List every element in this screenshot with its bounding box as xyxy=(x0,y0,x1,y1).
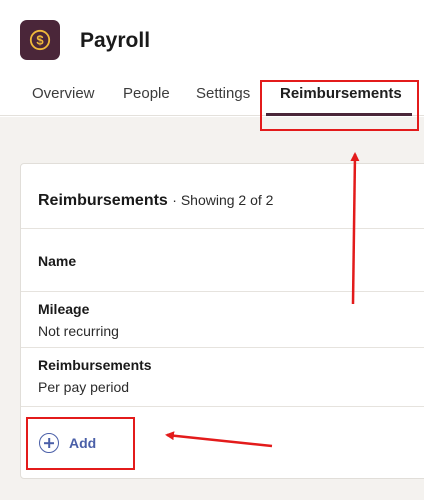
tab-settings[interactable]: Settings xyxy=(196,84,250,116)
app-header: $ Payroll Overview People Settings Reimb… xyxy=(0,0,424,116)
page-title: Payroll xyxy=(80,29,151,52)
row-name: Reimbursements xyxy=(38,357,152,373)
tab-people[interactable]: People xyxy=(123,84,170,116)
active-tab-indicator xyxy=(266,113,412,116)
showing-count: · Showing 2 of 2 xyxy=(172,192,274,208)
plus-circle-icon xyxy=(39,433,59,453)
add-button-label: Add xyxy=(69,435,97,451)
card-title: Reimbursements · Showing 2 of 2 xyxy=(38,192,273,210)
dollar-coin-icon: $ xyxy=(20,20,60,60)
row-description: Per pay period xyxy=(38,379,130,395)
table-row[interactable]: Mileage Not recurring xyxy=(21,292,424,347)
tab-bar: Overview People Settings Reimbursements xyxy=(0,84,424,116)
tab-reimbursements[interactable]: Reimbursements xyxy=(280,84,402,116)
row-description: Not recurring xyxy=(38,323,119,339)
table-row[interactable]: Reimbursements Per pay period xyxy=(21,348,424,406)
svg-text:$: $ xyxy=(36,33,44,48)
column-header-name[interactable]: Name xyxy=(38,253,76,269)
card-title-text: Reimbursements xyxy=(38,192,168,209)
divider xyxy=(21,228,424,229)
reimbursements-card: Reimbursements · Showing 2 of 2 Name Mil… xyxy=(20,163,424,479)
tab-overview[interactable]: Overview xyxy=(32,84,95,116)
add-button[interactable]: Add xyxy=(39,431,119,455)
divider xyxy=(21,406,424,407)
row-name: Mileage xyxy=(38,301,90,317)
